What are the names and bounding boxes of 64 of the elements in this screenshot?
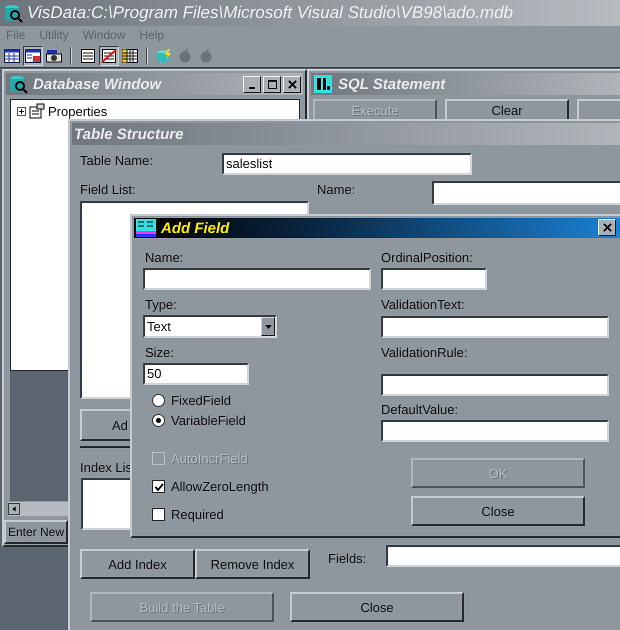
table-name-field[interactable]: saleslist bbox=[222, 153, 472, 175]
type-dropdown[interactable]: Text bbox=[143, 315, 277, 338]
radio-label: VariableField bbox=[171, 413, 246, 428]
close-icon bbox=[288, 80, 296, 88]
apple-icon bbox=[198, 48, 214, 62]
validation-rule-field[interactable] bbox=[381, 374, 609, 396]
validation-text-label: ValidationText: bbox=[381, 297, 465, 312]
window-title: SQL Statement bbox=[338, 76, 446, 92]
size-field[interactable]: 50 bbox=[143, 363, 249, 385]
close-icon bbox=[602, 223, 612, 232]
database-search-icon bbox=[3, 3, 23, 23]
apple-icon bbox=[177, 48, 193, 62]
window-title: Database Window bbox=[33, 76, 162, 92]
checkbox[interactable] bbox=[152, 480, 165, 493]
toolbar-button[interactable] bbox=[99, 46, 119, 66]
type-label: Type: bbox=[145, 297, 177, 312]
index-button[interactable]: Add Index bbox=[80, 549, 195, 579]
toolbar-button[interactable] bbox=[23, 46, 43, 66]
form-icon bbox=[136, 219, 156, 237]
record-icon bbox=[80, 48, 96, 62]
ordinal-position-label: OrdinalPosition: bbox=[381, 250, 473, 265]
ordinal-position-field[interactable] bbox=[381, 268, 487, 290]
radio-button[interactable] bbox=[152, 414, 165, 427]
tree-item[interactable]: Properties bbox=[48, 104, 108, 118]
window-title: Table Structure bbox=[74, 126, 184, 142]
fields-label: Fields: bbox=[328, 551, 366, 566]
minimize-icon bbox=[249, 86, 255, 88]
field-list-label: Field List: bbox=[80, 182, 136, 197]
enter-new-button[interactable]: Enter New bbox=[4, 520, 68, 544]
window-title: VisData:C:\Program Files\Microsoft Visual Studio\VB98\ado.mdb bbox=[27, 3, 513, 23]
table-name-label: Table Name: bbox=[80, 153, 153, 168]
name-label: Name: bbox=[145, 250, 184, 265]
close-button[interactable]: Close bbox=[411, 496, 585, 526]
radio-button[interactable] bbox=[152, 394, 165, 407]
name-field[interactable] bbox=[143, 268, 371, 290]
database-search-icon bbox=[8, 74, 28, 94]
default-value-field[interactable] bbox=[381, 420, 609, 442]
name-label: Name: bbox=[317, 182, 356, 197]
record-off-icon bbox=[101, 48, 117, 62]
validation-rule-label: ValidationRule: bbox=[381, 345, 468, 360]
close-button[interactable]: Close bbox=[290, 592, 464, 622]
sql-icon bbox=[313, 74, 333, 94]
type-value: Text bbox=[147, 319, 171, 334]
properties-icon bbox=[29, 103, 45, 119]
sql-button[interactable]: Clear bbox=[445, 99, 569, 119]
form-icon bbox=[25, 48, 41, 62]
index-button[interactable]: Remove Index bbox=[195, 549, 310, 579]
checkbox[interactable] bbox=[152, 508, 165, 521]
fields-field[interactable] bbox=[386, 545, 620, 567]
table-icon bbox=[4, 48, 20, 62]
dialog-title: Add Field bbox=[161, 220, 230, 236]
close-button[interactable] bbox=[598, 219, 616, 236]
checkbox-label: Required bbox=[171, 507, 224, 522]
size-label: Size: bbox=[145, 345, 174, 360]
grid-icon bbox=[122, 48, 138, 62]
radio-label: FixedField bbox=[171, 393, 231, 408]
default-value-label: DefaultValue: bbox=[381, 402, 458, 417]
checkbox-label: AllowZeroLength bbox=[171, 479, 269, 494]
validation-text-field[interactable] bbox=[381, 316, 609, 338]
camera-icon bbox=[46, 48, 62, 62]
expand-icon[interactable] bbox=[17, 106, 26, 116]
name-field[interactable] bbox=[432, 181, 620, 205]
maximize-icon bbox=[268, 80, 276, 88]
database-icon bbox=[156, 48, 172, 62]
